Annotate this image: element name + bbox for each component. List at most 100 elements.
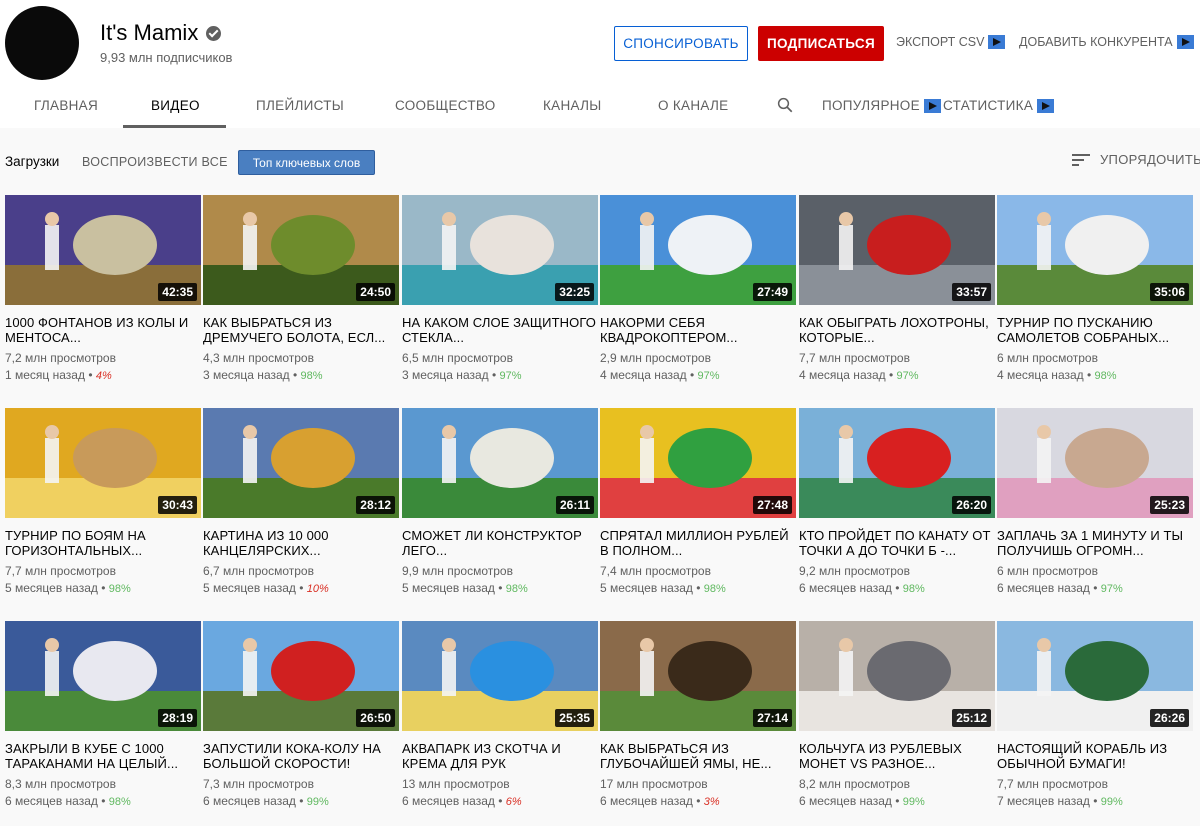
video-title[interactable]: НАКОРМИ СЕБЯ КВАДРОКОПТЕРОМ... [600,315,796,345]
video-title[interactable]: ЗАПЛАЧЬ ЗА 1 МИНУТУ И ТЫ ПОЛУЧИШЬ ОГРОМН… [997,528,1193,558]
video-title[interactable]: ЗАКРЫЛИ В КУБЕ С 1000 ТАРАКАНАМИ НА ЦЕЛЫ… [5,741,201,771]
top-keywords-button[interactable]: Топ ключевых слов [238,150,375,175]
video-thumbnail[interactable]: 26:20 [799,408,995,518]
video-title[interactable]: СМОЖЕТ ЛИ КОНСТРУКТОР ЛЕГО... [402,528,598,558]
video-title[interactable]: АКВАПАРК ИЗ СКОТЧА И КРЕМА ДЛЯ РУК [402,741,598,771]
video-views: 9,9 млн просмотров [402,564,513,578]
tab-popular-label: ПОПУЛЯРНОЕ [822,98,920,113]
add-competitor-button[interactable]: ДОБАВИТЬ КОНКУРЕНТА [1019,35,1194,49]
video-score: 3% [703,796,720,808]
tab-about[interactable]: О КАНАЛЕ [658,98,728,113]
video-card[interactable]: 35:06 ТУРНИР ПО ПУСКАНИЮ САМОЛЕТОВ СОБРА… [997,195,1193,382]
video-thumbnail[interactable]: 35:06 [997,195,1193,305]
video-card[interactable]: 27:49 НАКОРМИ СЕБЯ КВАДРОКОПТЕРОМ... 2,9… [600,195,796,382]
video-duration: 26:50 [356,709,395,727]
video-card[interactable]: 25:35 АКВАПАРК ИЗ СКОТЧА И КРЕМА ДЛЯ РУК… [402,621,598,808]
video-score: 97% [1100,583,1123,595]
video-title[interactable]: НАСТОЯЩИЙ КОРАБЛЬ ИЗ ОБЫЧНОЙ БУМАГИ! [997,741,1193,771]
video-views: 13 млн просмотров [402,777,510,791]
video-age: 5 месяцев назад [402,581,495,595]
video-card[interactable]: 28:12 КАРТИНА ИЗ 10 000 КАНЦЕЛЯРСКИХ... … [203,408,399,595]
video-title[interactable]: КАК ВЫБРАТЬСЯ ИЗ ГЛУБОЧАЙШЕЙ ЯМЫ, НЕ... [600,741,796,771]
tab-videos[interactable]: ВИДЕО [151,98,200,113]
tab-community[interactable]: СООБЩЕСТВО [395,98,496,113]
meta-separator: • [101,581,109,595]
search-icon[interactable] [776,96,794,114]
video-title[interactable]: КАК ОБЫГРАТЬ ЛОХОТРОНЫ, КОТОРЫЕ... [799,315,995,345]
video-thumbnail[interactable]: 26:26 [997,621,1193,731]
tab-playlists[interactable]: ПЛЕЙЛИСТЫ [256,98,344,113]
video-thumbnail[interactable]: 25:23 [997,408,1193,518]
channel-avatar[interactable] [5,6,79,80]
video-thumbnail[interactable]: 33:57 [799,195,995,305]
video-score: 98% [300,370,323,382]
video-card[interactable]: 24:50 КАК ВЫБРАТЬСЯ ИЗ ДРЕМУЧЕГО БОЛОТА,… [203,195,399,382]
meta-separator: • [498,794,506,808]
video-views: 7,7 млн просмотров [997,777,1108,791]
video-card[interactable]: 25:23 ЗАПЛАЧЬ ЗА 1 МИНУТУ И ТЫ ПОЛУЧИШЬ … [997,408,1193,595]
video-card[interactable]: 26:20 КТО ПРОЙДЕТ ПО КАНАТУ ОТ ТОЧКИ А Д… [799,408,995,595]
video-card[interactable]: 26:50 ЗАПУСТИЛИ КОКА-КОЛУ НА БОЛЬШОЙ СКО… [203,621,399,808]
tab-channels[interactable]: КАНАЛЫ [543,98,602,113]
video-age: 1 месяц назад [5,368,85,382]
video-meta: 5 месяцев назад • 98% [5,581,201,595]
meta-separator: • [299,581,307,595]
video-title[interactable]: КОЛЬЧУГА ИЗ РУБЛЕВЫХ МОНЕТ VS РАЗНОЕ... [799,741,995,771]
video-title[interactable]: ТУРНИР ПО ПУСКАНИЮ САМОЛЕТОВ СОБРАНЫХ... [997,315,1193,345]
export-csv-button[interactable]: ЭКСПОРТ CSV [896,35,1006,49]
video-duration: 26:26 [1150,709,1189,727]
video-thumbnail[interactable]: 27:14 [600,621,796,731]
video-title[interactable]: НА КАКОМ СЛОЕ ЗАЩИТНОГО СТЕКЛА... [402,315,598,345]
video-card[interactable]: 30:43 ТУРНИР ПО БОЯМ НА ГОРИЗОНТАЛЬНЫХ..… [5,408,201,595]
video-thumbnail[interactable]: 25:35 [402,621,598,731]
video-views: 17 млн просмотров [600,777,708,791]
video-age: 5 месяцев назад [203,581,296,595]
video-meta: 3 месяца назад • 98% [203,368,399,382]
video-views: 8,3 млн просмотров [5,777,116,791]
video-thumbnail[interactable]: 26:11 [402,408,598,518]
video-title[interactable]: КАРТИНА ИЗ 10 000 КАНЦЕЛЯРСКИХ... [203,528,399,558]
video-views: 6,7 млн просмотров [203,564,314,578]
video-title[interactable]: КТО ПРОЙДЕТ ПО КАНАТУ ОТ ТОЧКИ А ДО ТОЧК… [799,528,995,558]
video-card[interactable]: 28:19 ЗАКРЫЛИ В КУБЕ С 1000 ТАРАКАНАМИ Н… [5,621,201,808]
extension-play-icon [923,98,941,113]
video-title[interactable]: ЗАПУСТИЛИ КОКА-КОЛУ НА БОЛЬШОЙ СКОРОСТИ! [203,741,399,771]
video-thumbnail[interactable]: 26:50 [203,621,399,731]
video-score: 97% [499,370,522,382]
video-thumbnail[interactable]: 42:35 [5,195,201,305]
video-thumbnail[interactable]: 25:12 [799,621,995,731]
video-title[interactable]: ТУРНИР ПО БОЯМ НА ГОРИЗОНТАЛЬНЫХ... [5,528,201,558]
video-card[interactable]: 27:48 СПРЯТАЛ МИЛЛИОН РУБЛЕЙ В ПОЛНОМ...… [600,408,796,595]
video-title[interactable]: 1000 ФОНТАНОВ ИЗ КОЛЫ И МЕНТОСА... [5,315,201,345]
video-card[interactable]: 32:25 НА КАКОМ СЛОЕ ЗАЩИТНОГО СТЕКЛА... … [402,195,598,382]
video-thumbnail[interactable]: 24:50 [203,195,399,305]
video-card[interactable]: 25:12 КОЛЬЧУГА ИЗ РУБЛЕВЫХ МОНЕТ VS РАЗН… [799,621,995,808]
tab-home[interactable]: ГЛАВНАЯ [34,98,98,113]
sponsor-button[interactable]: СПОНСИРОВАТЬ [614,26,748,61]
video-age: 6 месяцев назад [997,581,1090,595]
video-card[interactable]: 26:26 НАСТОЯЩИЙ КОРАБЛЬ ИЗ ОБЫЧНОЙ БУМАГ… [997,621,1193,808]
add-competitor-label: ДОБАВИТЬ КОНКУРЕНТА [1019,35,1173,49]
video-thumbnail[interactable]: 28:19 [5,621,201,731]
video-thumbnail[interactable]: 27:48 [600,408,796,518]
video-card[interactable]: 33:57 КАК ОБЫГРАТЬ ЛОХОТРОНЫ, КОТОРЫЕ...… [799,195,995,382]
tab-stats[interactable]: СТАТИСТИКА [943,98,1055,113]
video-age: 3 месяца назад [402,368,489,382]
video-thumbnail[interactable]: 32:25 [402,195,598,305]
sort-button[interactable]: УПОРЯДОЧИТЬ [1072,152,1200,167]
video-card[interactable]: 42:35 1000 ФОНТАНОВ ИЗ КОЛЫ И МЕНТОСА...… [5,195,201,382]
play-all-button[interactable]: ВОСПРОИЗВЕСТИ ВСЕ [82,155,228,169]
video-meta: 6 месяцев назад • 6% [402,794,598,808]
video-thumbnail[interactable]: 28:12 [203,408,399,518]
video-title[interactable]: СПРЯТАЛ МИЛЛИОН РУБЛЕЙ В ПОЛНОМ... [600,528,796,558]
tab-popular[interactable]: ПОПУЛЯРНОЕ [822,98,941,113]
subscribe-button[interactable]: ПОДПИСАТЬСЯ [758,26,884,61]
video-meta: 6 месяцев назад • 97% [997,581,1193,595]
video-card[interactable]: 26:11 СМОЖЕТ ЛИ КОНСТРУКТОР ЛЕГО... 9,9 … [402,408,598,595]
video-title[interactable]: КАК ВЫБРАТЬСЯ ИЗ ДРЕМУЧЕГО БОЛОТА, ЕСЛ..… [203,315,399,345]
video-card[interactable]: 27:14 КАК ВЫБРАТЬСЯ ИЗ ГЛУБОЧАЙШЕЙ ЯМЫ, … [600,621,796,808]
video-thumbnail[interactable]: 27:49 [600,195,796,305]
channel-tabs: ГЛАВНАЯ ВИДЕО ПЛЕЙЛИСТЫ СООБЩЕСТВО КАНАЛ… [0,84,1200,128]
video-thumbnail[interactable]: 30:43 [5,408,201,518]
video-age: 3 месяца назад [203,368,290,382]
